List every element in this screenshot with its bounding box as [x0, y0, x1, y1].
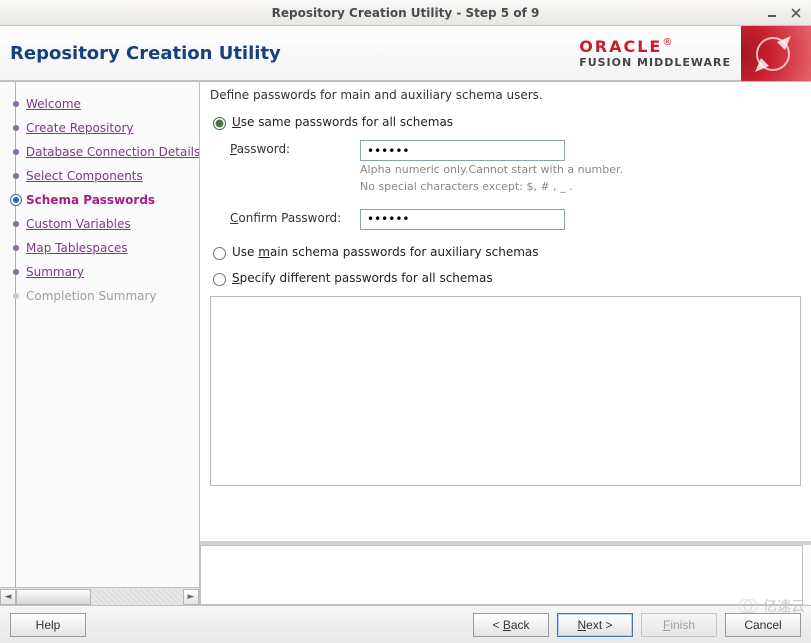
- step-map-tablespaces[interactable]: Map Tablespaces: [6, 236, 199, 260]
- radio-label: Use main schema passwords for auxiliary …: [232, 245, 539, 259]
- banner-title: Repository Creation Utility: [10, 43, 281, 64]
- banner: Repository Creation Utility ORACLE® FUSI…: [0, 26, 811, 81]
- window: Repository Creation Utility - Step 5 of …: [0, 0, 811, 643]
- step-label: Welcome: [26, 97, 81, 111]
- step-label: Summary: [26, 265, 84, 279]
- step-label: Schema Passwords: [26, 193, 155, 207]
- step-custom-variables[interactable]: Custom Variables: [6, 212, 199, 236]
- sidebar: Welcome Create Repository Database Conne…: [0, 82, 200, 605]
- help-button[interactable]: Help: [10, 613, 86, 637]
- password-hint-2: No special characters except: $, # , _ .: [360, 180, 623, 195]
- confirm-password-row: Confirm Password:: [230, 209, 803, 230]
- radio-same-input[interactable]: [213, 117, 226, 130]
- radio-label: Use same passwords for all schemas: [232, 115, 453, 129]
- close-button[interactable]: [789, 6, 803, 20]
- scroll-left-arrow[interactable]: ◄: [0, 589, 16, 605]
- confirm-password-input[interactable]: [360, 209, 565, 230]
- password-row: Password: Alpha numeric only.Cannot star…: [230, 140, 803, 195]
- password-input[interactable]: [360, 140, 565, 161]
- step-label: Create Repository: [26, 121, 134, 135]
- finish-button: Finish: [641, 613, 717, 637]
- step-welcome[interactable]: Welcome: [6, 92, 199, 116]
- radio-diff-input[interactable]: [213, 273, 226, 286]
- brand-area: ORACLE® FUSION MIDDLEWARE: [579, 26, 811, 80]
- step-db-connection-details[interactable]: Database Connection Details: [6, 140, 199, 164]
- next-button[interactable]: Next >: [557, 613, 633, 637]
- step-summary[interactable]: Summary: [6, 260, 199, 284]
- step-create-repository[interactable]: Create Repository: [6, 116, 199, 140]
- step-completion-summary: Completion Summary: [6, 284, 199, 308]
- main-panel: Define passwords for main and auxiliary …: [200, 82, 811, 605]
- back-button[interactable]: < Back: [473, 613, 549, 637]
- window-title: Repository Creation Utility - Step 5 of …: [272, 6, 540, 20]
- step-label: Select Components: [26, 169, 143, 183]
- step-label: Completion Summary: [26, 289, 157, 303]
- step-schema-passwords[interactable]: Schema Passwords: [6, 188, 199, 212]
- radio-same-passwords[interactable]: Use same passwords for all schemas: [208, 114, 803, 130]
- minimize-button[interactable]: [765, 6, 779, 20]
- brand-subtitle: FUSION MIDDLEWARE: [579, 56, 731, 69]
- radio-specify-different-passwords[interactable]: Specify different passwords for all sche…: [208, 270, 803, 286]
- instruction-text: Define passwords for main and auxiliary …: [210, 88, 803, 102]
- password-hint-1: Alpha numeric only.Cannot start with a n…: [360, 163, 623, 178]
- title-bar: Repository Creation Utility - Step 5 of …: [0, 0, 811, 26]
- schema-password-table: [210, 296, 801, 486]
- step-label: Map Tablespaces: [26, 241, 128, 255]
- confirm-password-label: Confirm Password:: [230, 209, 360, 225]
- brand-graphic: [741, 26, 811, 81]
- scroll-thumb[interactable]: [16, 589, 91, 605]
- wizard-body: Welcome Create Repository Database Conne…: [0, 81, 811, 605]
- scroll-right-arrow[interactable]: ►: [183, 589, 199, 605]
- footer: Help < Back Next > Finish Cancel: [0, 605, 811, 643]
- password-label: Password:: [230, 140, 360, 156]
- scroll-track[interactable]: [16, 589, 183, 605]
- step-list: Welcome Create Repository Database Conne…: [0, 82, 199, 587]
- radio-main-schema-passwords[interactable]: Use main schema passwords for auxiliary …: [208, 244, 803, 260]
- window-controls: [765, 0, 803, 25]
- brand-name: ORACLE: [579, 37, 662, 56]
- messages-panel[interactable]: [200, 545, 803, 605]
- radio-label: Specify different passwords for all sche…: [232, 271, 493, 285]
- step-select-components[interactable]: Select Components: [6, 164, 199, 188]
- sidebar-horizontal-scrollbar[interactable]: ◄ ►: [0, 587, 199, 605]
- step-label: Custom Variables: [26, 217, 131, 231]
- radio-main-input[interactable]: [213, 247, 226, 260]
- cancel-button[interactable]: Cancel: [725, 613, 801, 637]
- step-label: Database Connection Details: [26, 145, 199, 159]
